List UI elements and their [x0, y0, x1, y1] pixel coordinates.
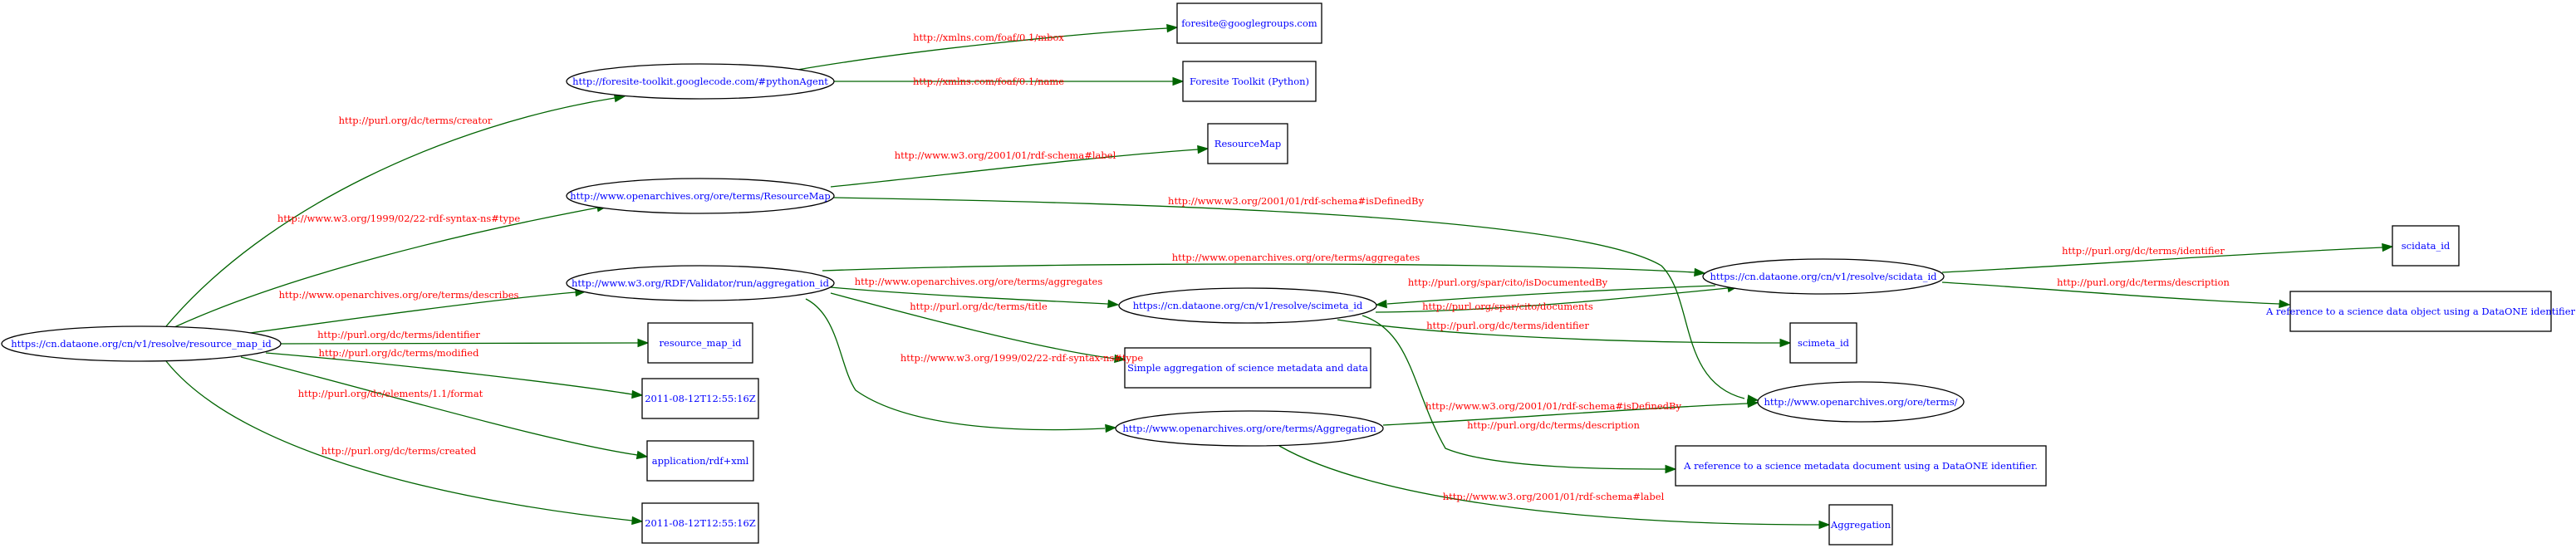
literal-node[interactable]: ResourceMap	[1207, 123, 1288, 164]
nodes-layer: https://cn.dataone.org/cn/v1/resolve/res…	[1, 2, 2576, 546]
literal-node[interactable]: Aggregation	[1828, 504, 1893, 546]
node-label: 2011-08-12T12:55:16Z	[645, 517, 756, 529]
edge-label: http://www.openarchives.org/ore/terms/ag…	[855, 276, 1103, 287]
edge-label: http://purl.org/dc/terms/identifier	[1426, 320, 1589, 331]
edge	[822, 263, 1706, 277]
node-label: http://www.openarchives.org/ore/terms/Re…	[570, 190, 831, 202]
arrowhead-icon	[631, 516, 644, 526]
rdf-graph: https://cn.dataone.org/cn/v1/resolve/res…	[1, 2, 2576, 546]
node-label: Aggregation	[1830, 519, 1892, 531]
arrowhead-icon	[1172, 76, 1185, 86]
resource-node[interactable]: http://www.openarchives.org/ore/terms/	[1757, 381, 1965, 423]
edge-line	[240, 356, 638, 456]
node-label: http://foresite-toolkit.googlecode.com/#…	[572, 76, 828, 87]
node-label: Foresite Toolkit (Python)	[1190, 76, 1309, 87]
node-label: A reference to a science metadata docume…	[1683, 460, 2038, 472]
node-label: http://www.w3.org/RDF/Validator/run/aggr…	[572, 277, 830, 289]
edge-label: http://purl.org/spar/cito/documents	[1422, 301, 1593, 312]
edge-label: http://www.openarchives.org/ore/terms/ag…	[1172, 252, 1420, 263]
node-label: https://cn.dataone.org/cn/v1/resolve/sci…	[1710, 271, 1937, 282]
edge-label: http://purl.org/dc/terms/identifier	[2062, 245, 2225, 257]
edge-line	[174, 207, 599, 328]
literal-node[interactable]: scimeta_id	[1789, 322, 1857, 364]
resource-node[interactable]: https://cn.dataone.org/cn/v1/resolve/res…	[1, 325, 282, 362]
node-label: http://www.openarchives.org/ore/terms/Ag…	[1122, 423, 1376, 434]
literal-node[interactable]: A reference to a science data object usi…	[2265, 291, 2576, 332]
edge-line	[805, 298, 1106, 431]
resource-node[interactable]: https://cn.dataone.org/cn/v1/resolve/sci…	[1702, 258, 1945, 295]
edge	[1362, 315, 1677, 474]
edge-label: http://purl.org/dc/terms/description	[2057, 276, 2230, 288]
arrowhead-icon	[637, 338, 650, 348]
literal-node[interactable]: scidata_id	[2392, 225, 2460, 267]
node-label: foresite@googlegroups.com	[1181, 17, 1317, 29]
edge-label: http://www.w3.org/2001/01/rdf-schema#isD…	[1168, 195, 1424, 207]
node-label: Simple aggregation of science metadata a…	[1127, 362, 1368, 374]
literal-node[interactable]: Simple aggregation of science metadata a…	[1124, 347, 1371, 389]
node-label: application/rdf+xml	[652, 455, 749, 467]
arrowhead-icon	[1665, 464, 1677, 474]
literal-node[interactable]: Foresite Toolkit (Python)	[1182, 61, 1317, 102]
arrowhead-icon	[2382, 242, 2394, 252]
arrowhead-icon	[635, 450, 649, 460]
node-label: https://cn.dataone.org/cn/v1/resolve/res…	[11, 338, 272, 350]
arrowhead-icon	[1197, 144, 1209, 154]
arrowhead-icon	[1107, 299, 1120, 309]
edge-line	[165, 360, 633, 521]
node-label: A reference to a science data object usi…	[2265, 306, 2576, 317]
edge-label: http://purl.org/dc/terms/description	[1467, 419, 1640, 431]
literal-node[interactable]: 2011-08-12T12:55:16Z	[641, 378, 759, 419]
node-label: scimeta_id	[1798, 337, 1850, 349]
edge-label: http://purl.org/dc/terms/title	[910, 301, 1048, 312]
literal-node[interactable]: resource_map_id	[647, 322, 753, 364]
edge-label: http://www.w3.org/1999/02/22-rdf-syntax-…	[277, 213, 521, 224]
literal-node[interactable]: 2011-08-12T12:55:16Z	[641, 502, 759, 544]
arrowhead-icon	[1166, 23, 1179, 33]
edge-label: http://purl.org/dc/terms/created	[321, 445, 477, 457]
literal-node[interactable]: foresite@googlegroups.com	[1176, 2, 1322, 44]
edge-line	[822, 263, 1695, 273]
arrowhead-icon	[631, 389, 644, 399]
node-label: resource_map_id	[660, 337, 743, 349]
node-label: scidata_id	[2402, 240, 2451, 252]
edge-label: http://purl.org/dc/terms/modified	[319, 347, 480, 359]
edge-label: http://www.w3.org/2001/01/rdf-schema#lab…	[1443, 491, 1665, 502]
arrowhead-icon	[1105, 423, 1117, 433]
edge	[240, 356, 649, 460]
edge-label: http://purl.org/dc/elements/1.1/format	[298, 388, 483, 399]
edge-label: http://purl.org/dc/terms/creator	[339, 115, 493, 126]
edge-line	[1362, 315, 1666, 470]
resource-node[interactable]: https://cn.dataone.org/cn/v1/resolve/sci…	[1118, 287, 1377, 324]
node-label: ResourceMap	[1214, 138, 1281, 149]
resource-node[interactable]: http://www.w3.org/RDF/Validator/run/aggr…	[566, 265, 835, 301]
resource-node[interactable]: http://www.openarchives.org/ore/terms/Ag…	[1115, 410, 1384, 447]
edge-label: http://xmlns.com/foaf/0.1/mbox	[913, 32, 1064, 43]
arrowhead-icon	[1375, 299, 1387, 309]
edge-label: http://xmlns.com/foaf/0.1/name	[913, 76, 1064, 87]
node-label: 2011-08-12T12:55:16Z	[645, 393, 756, 404]
literal-node[interactable]: A reference to a science metadata docume…	[1675, 445, 2047, 487]
edge-label: http://purl.org/dc/terms/identifier	[317, 329, 480, 340]
node-label: http://www.openarchives.org/ore/terms/	[1764, 396, 1957, 408]
edge-label: http://www.w3.org/2001/01/rdf-schema#lab…	[895, 149, 1116, 161]
literal-node[interactable]: application/rdf+xml	[646, 440, 754, 482]
edge-label: http://www.w3.org/2001/01/rdf-schema#isD…	[1425, 400, 1681, 412]
edge	[805, 298, 1117, 433]
edge-label: http://purl.org/spar/cito/isDocumentedBy	[1408, 276, 1608, 288]
node-label: https://cn.dataone.org/cn/v1/resolve/sci…	[1133, 300, 1363, 311]
edge-label: http://www.openarchives.org/ore/terms/de…	[279, 289, 519, 301]
arrowhead-icon	[1818, 520, 1831, 530]
edge-label: http://www.w3.org/1999/02/22-rdf-syntax-…	[900, 352, 1144, 364]
resource-node[interactable]: http://www.openarchives.org/ore/terms/Re…	[566, 178, 835, 214]
resource-node[interactable]: http://foresite-toolkit.googlecode.com/#…	[566, 63, 835, 100]
edge-line	[280, 342, 639, 345]
arrowhead-icon	[1779, 338, 1792, 348]
